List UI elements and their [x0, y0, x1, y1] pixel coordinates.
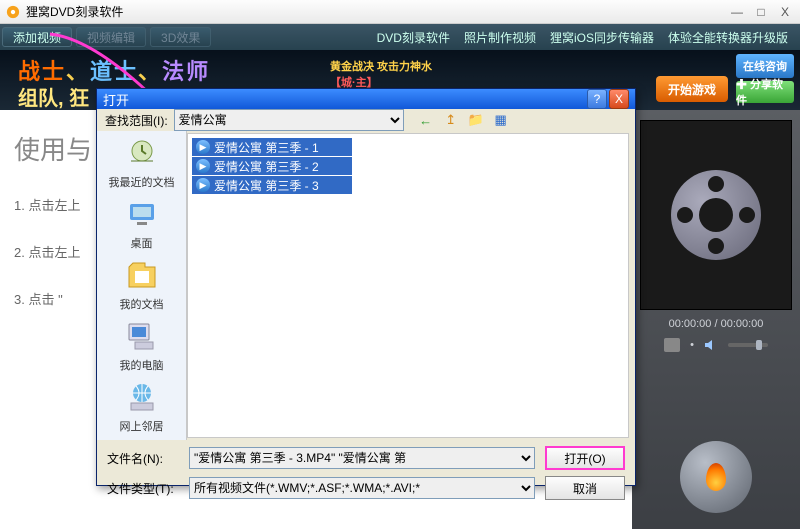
- effect-3d-button[interactable]: 3D效果: [150, 27, 211, 47]
- cancel-button[interactable]: 取消: [545, 476, 625, 500]
- video-file-icon: ▶: [196, 140, 210, 154]
- add-video-button[interactable]: 添加视频: [2, 27, 72, 47]
- volume-slider[interactable]: [728, 343, 768, 347]
- main-toolbar: 添加视频 视频编辑 3D效果 DVD刻录软件 照片制作视频 狸窝iOS同步传输器…: [0, 24, 800, 50]
- filename-field[interactable]: "爱情公寓 第三季 - 3.MP4" "爱情公寓 第: [189, 447, 535, 469]
- start-game-button[interactable]: 开始游戏: [656, 76, 728, 102]
- snapshot-icon[interactable]: [664, 338, 680, 352]
- preview-panel: 00:00:00 / 00:00:00 •: [632, 110, 800, 529]
- lookin-label: 查找范围(I):: [105, 112, 168, 129]
- up-icon[interactable]: ↥: [441, 110, 461, 130]
- minimize-button[interactable]: —: [728, 5, 746, 19]
- app-title: 狸窝DVD刻录软件: [26, 3, 123, 20]
- place-recent[interactable]: 我最近的文档: [109, 137, 175, 190]
- open-button[interactable]: 打开(O): [545, 446, 625, 470]
- titlebar: 狸窝DVD刻录软件 — □ X: [0, 0, 800, 24]
- video-file-icon: ▶: [196, 178, 210, 192]
- dialog-titlebar: 打开 ? X: [97, 89, 635, 109]
- link-photo[interactable]: 照片制作视频: [464, 29, 536, 46]
- file-item[interactable]: ▶爱情公寓 第三季 - 1: [192, 138, 352, 156]
- banner-line2: 组队, 狂: [18, 82, 89, 110]
- film-reel-icon: [671, 170, 761, 260]
- dialog-bottom: 文件名(N): "爱情公寓 第三季 - 3.MP4" "爱情公寓 第 打开(O)…: [97, 440, 635, 510]
- maximize-button[interactable]: □: [752, 5, 770, 19]
- time-display: 00:00:00 / 00:00:00: [669, 318, 764, 330]
- link-ios[interactable]: 狸窝iOS同步传输器: [550, 29, 654, 46]
- share-button[interactable]: ✚ 分享软件: [736, 81, 794, 103]
- file-list[interactable]: ▶爱情公寓 第三季 - 1 ▶爱情公寓 第三季 - 2 ▶爱情公寓 第三季 - …: [187, 133, 629, 438]
- file-open-dialog: 打开 ? X 查找范围(I): 爱情公寓 ← ↥ 📁 ▦ 我最近的文档 桌面: [96, 88, 636, 486]
- place-mycomputer[interactable]: 我的电脑: [120, 320, 164, 373]
- filetype-label: 文件类型(T):: [107, 480, 179, 497]
- lookin-select[interactable]: 爱情公寓: [174, 109, 404, 131]
- places-bar: 我最近的文档 桌面 我的文档 我的电脑 网上邻居: [97, 131, 187, 440]
- player-controls: •: [664, 338, 768, 352]
- burn-button[interactable]: [680, 441, 752, 513]
- filename-label: 文件名(N):: [107, 450, 179, 467]
- newfolder-icon[interactable]: 📁: [466, 110, 486, 130]
- back-icon[interactable]: ←: [416, 110, 436, 130]
- place-network[interactable]: 网上邻居: [120, 381, 164, 434]
- online-consult-button[interactable]: 在线咨询: [736, 54, 794, 78]
- lookin-row: 查找范围(I): 爱情公寓 ← ↥ 📁 ▦: [97, 109, 635, 131]
- filetype-field[interactable]: 所有视频文件(*.WMV;*.ASF;*.WMA;*.AVI;*: [189, 477, 535, 499]
- banner-deco: 黄金战决 攻击力神水 【城·主】: [330, 58, 432, 90]
- preview-viewport: [640, 120, 792, 310]
- video-file-icon: ▶: [196, 159, 210, 173]
- dialog-help-button[interactable]: ?: [587, 89, 607, 109]
- dialog-title: 打开: [103, 90, 129, 109]
- file-item[interactable]: ▶爱情公寓 第三季 - 2: [192, 157, 352, 175]
- video-edit-button[interactable]: 视频编辑: [76, 27, 146, 47]
- dialog-close-button[interactable]: X: [609, 89, 629, 109]
- close-button[interactable]: X: [776, 5, 794, 19]
- link-dvd[interactable]: DVD刻录软件: [377, 29, 450, 46]
- place-desktop[interactable]: 桌面: [125, 198, 159, 251]
- app-icon: [6, 5, 20, 19]
- volume-icon[interactable]: [704, 338, 718, 352]
- place-mydocs[interactable]: 我的文档: [120, 259, 164, 312]
- ctrl-dot: •: [690, 339, 694, 351]
- toolbar-links: DVD刻录软件 照片制作视频 狸窝iOS同步传输器 体验全能转换器升级版: [377, 29, 800, 46]
- flame-icon: [706, 463, 726, 491]
- file-item[interactable]: ▶爱情公寓 第三季 - 3: [192, 176, 352, 194]
- link-converter[interactable]: 体验全能转换器升级版: [668, 29, 788, 46]
- views-icon[interactable]: ▦: [491, 110, 511, 130]
